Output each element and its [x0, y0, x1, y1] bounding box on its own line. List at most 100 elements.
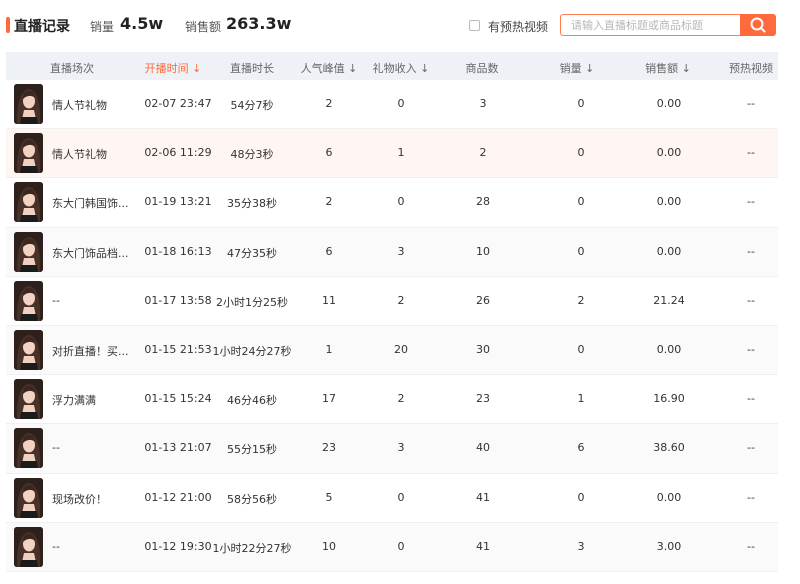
- peak-viewers: 5: [325, 490, 333, 504]
- duration: 55分15秒: [227, 443, 277, 457]
- goods-count: 40: [476, 441, 490, 455]
- col-start-time[interactable]: 开播时间 ↓: [145, 60, 202, 76]
- avatar[interactable]: [14, 329, 43, 370]
- revenue-amount: 0.00: [656, 195, 682, 209]
- sales-count: 0: [577, 97, 585, 110]
- col-revenue[interactable]: 销售额 ↓: [645, 60, 691, 76]
- duration: 54分7秒: [230, 99, 274, 112]
- table-row[interactable]: 东大门韩国饰... 01-19 13:21 35分38秒 2 0 28 0 0.00 --: [6, 178, 778, 228]
- table-row[interactable]: 对折直播！买... 01-15 21:53 1小时24分27秒 1 20 30 0 0.00 -…: [6, 325, 778, 376]
- table-body: 情人节礼物 02-07 23:47 54分7秒 2 0 3 0 0.00 -- 情人节礼物 02-0…: [6, 80, 778, 572]
- preheat-label[interactable]: 有预热视频: [488, 18, 548, 35]
- goods-count: 28: [476, 195, 490, 209]
- preheat-video: --: [747, 195, 755, 209]
- search-input[interactable]: [560, 14, 740, 36]
- start-time: 01-18 16:13: [144, 244, 212, 258]
- sales-count: 6: [577, 441, 585, 455]
- revenue-amount: 38.60: [653, 441, 685, 455]
- session-title[interactable]: 情人节礼物: [52, 146, 107, 162]
- peak-viewers: 17: [322, 392, 336, 406]
- gift-income: 1: [397, 146, 405, 160]
- preheat-video: --: [747, 441, 755, 455]
- duration: 1小时24分27秒: [212, 344, 292, 358]
- avatar[interactable]: [14, 182, 43, 223]
- table-row[interactable]: 现场改价！ 01-12 21:00 58分56秒 5 0 41 0 0.00 --: [6, 474, 778, 523]
- gift-income: 0: [397, 97, 405, 110]
- table-row[interactable]: 东大门饰品档... 01-18 16:13 47分35秒 6 3 10 0 0.00 --: [6, 227, 778, 277]
- table-row[interactable]: 情人节礼物 02-06 11:29 48分3秒 6 1 2 0 0.00 --: [6, 129, 778, 179]
- session-title[interactable]: 东大门韩国饰...: [52, 195, 129, 211]
- gift-income: 0: [397, 539, 405, 553]
- table-row[interactable]: 浮力满满 01-15 15:24 46分46秒 17 2 23 1 16.90 --: [6, 375, 778, 425]
- peak-viewers: 23: [322, 441, 336, 455]
- goods-count: 3: [479, 97, 487, 110]
- revenue-amount: 0.00: [656, 97, 682, 110]
- peak-viewers: 6: [325, 244, 333, 258]
- avatar[interactable]: [14, 231, 43, 272]
- live-records-panel: 直播记录 销量 4.5w 销售额 263.3w 有预热视频 直播场次 开播时间 …: [0, 0, 800, 584]
- col-gift[interactable]: 礼物收入 ↓: [373, 60, 430, 76]
- session-title[interactable]: 浮力满满: [52, 392, 96, 408]
- sales-count: 0: [577, 244, 585, 258]
- table-row[interactable]: 情人节礼物 02-07 23:47 54分7秒 2 0 3 0 0.00 --: [6, 80, 778, 130]
- goods-count: 41: [476, 539, 490, 553]
- duration: 1小时22分27秒: [212, 541, 292, 555]
- col-sales[interactable]: 销量 ↓: [560, 60, 595, 76]
- avatar[interactable]: [14, 526, 43, 567]
- revenue-value: 263.3w: [226, 14, 292, 33]
- duration: 58分56秒: [227, 492, 277, 506]
- goods-count: 23: [476, 392, 490, 406]
- gift-income: 2: [397, 293, 405, 307]
- session-title[interactable]: 现场改价！: [52, 491, 107, 507]
- preheat-checkbox[interactable]: [469, 20, 480, 31]
- peak-viewers: 2: [325, 97, 333, 110]
- sales-value: 4.5w: [120, 14, 164, 33]
- avatar[interactable]: [14, 133, 43, 174]
- peak-viewers: 2: [325, 195, 333, 209]
- col-goods: 商品数: [465, 62, 499, 75]
- col-preheat: 预热视频: [729, 62, 773, 75]
- gift-income: 3: [397, 441, 405, 455]
- goods-count: 2: [479, 146, 487, 160]
- title-accent-bar: [6, 17, 10, 33]
- table-row[interactable]: -- 01-12 19:30 1小时22分27秒 10 0 41 3 3.00 --: [6, 522, 778, 572]
- revenue-amount: 0.00: [656, 146, 682, 160]
- revenue-label: 销售额: [185, 20, 222, 34]
- avatar[interactable]: [14, 84, 43, 124]
- revenue-amount: 16.90: [653, 392, 685, 406]
- start-time: 02-07 23:47: [144, 97, 212, 110]
- duration: 35分38秒: [227, 197, 277, 211]
- session-title[interactable]: --: [52, 294, 60, 307]
- sales-count: 0: [577, 195, 585, 209]
- table-header: 直播场次 开播时间 ↓ 直播时长 人气峰值 ↓ 礼物收入 ↓ 商品数 销量 ↓ …: [6, 52, 778, 80]
- table-row[interactable]: -- 01-17 13:58 2小时1分25秒 11 2 26 2 21.24 --: [6, 277, 778, 326]
- col-peak[interactable]: 人气峰值 ↓: [301, 60, 358, 76]
- sales-count: 1: [577, 392, 585, 406]
- session-title[interactable]: 情人节礼物: [52, 97, 107, 113]
- peak-viewers: 10: [322, 539, 336, 553]
- gift-income: 2: [397, 392, 405, 406]
- avatar[interactable]: [14, 280, 43, 321]
- session-title[interactable]: --: [52, 540, 60, 553]
- page-title: 直播记录: [14, 19, 70, 35]
- revenue-amount: 3.00: [656, 539, 682, 553]
- avatar[interactable]: [14, 379, 43, 420]
- avatar[interactable]: [14, 477, 43, 518]
- search-icon: [750, 17, 766, 33]
- table-row[interactable]: -- 01-13 21:07 55分15秒 23 3 40 6 38.60 --: [6, 424, 778, 474]
- session-title[interactable]: --: [52, 441, 60, 454]
- sales-count: 3: [577, 539, 585, 553]
- goods-count: 26: [476, 293, 490, 307]
- search-button[interactable]: [740, 14, 776, 36]
- goods-count: 41: [476, 490, 490, 504]
- session-title[interactable]: 东大门饰品档...: [52, 245, 129, 261]
- session-title[interactable]: 对折直播！买...: [52, 343, 129, 359]
- revenue-amount: 0.00: [656, 342, 682, 356]
- duration: 48分3秒: [230, 148, 274, 162]
- start-time: 01-12 21:00: [144, 490, 212, 504]
- peak-viewers: 11: [322, 293, 336, 307]
- sales-count: 2: [577, 293, 585, 307]
- avatar[interactable]: [14, 428, 43, 469]
- start-time: 01-15 21:53: [144, 342, 212, 356]
- preheat-video: --: [747, 244, 755, 258]
